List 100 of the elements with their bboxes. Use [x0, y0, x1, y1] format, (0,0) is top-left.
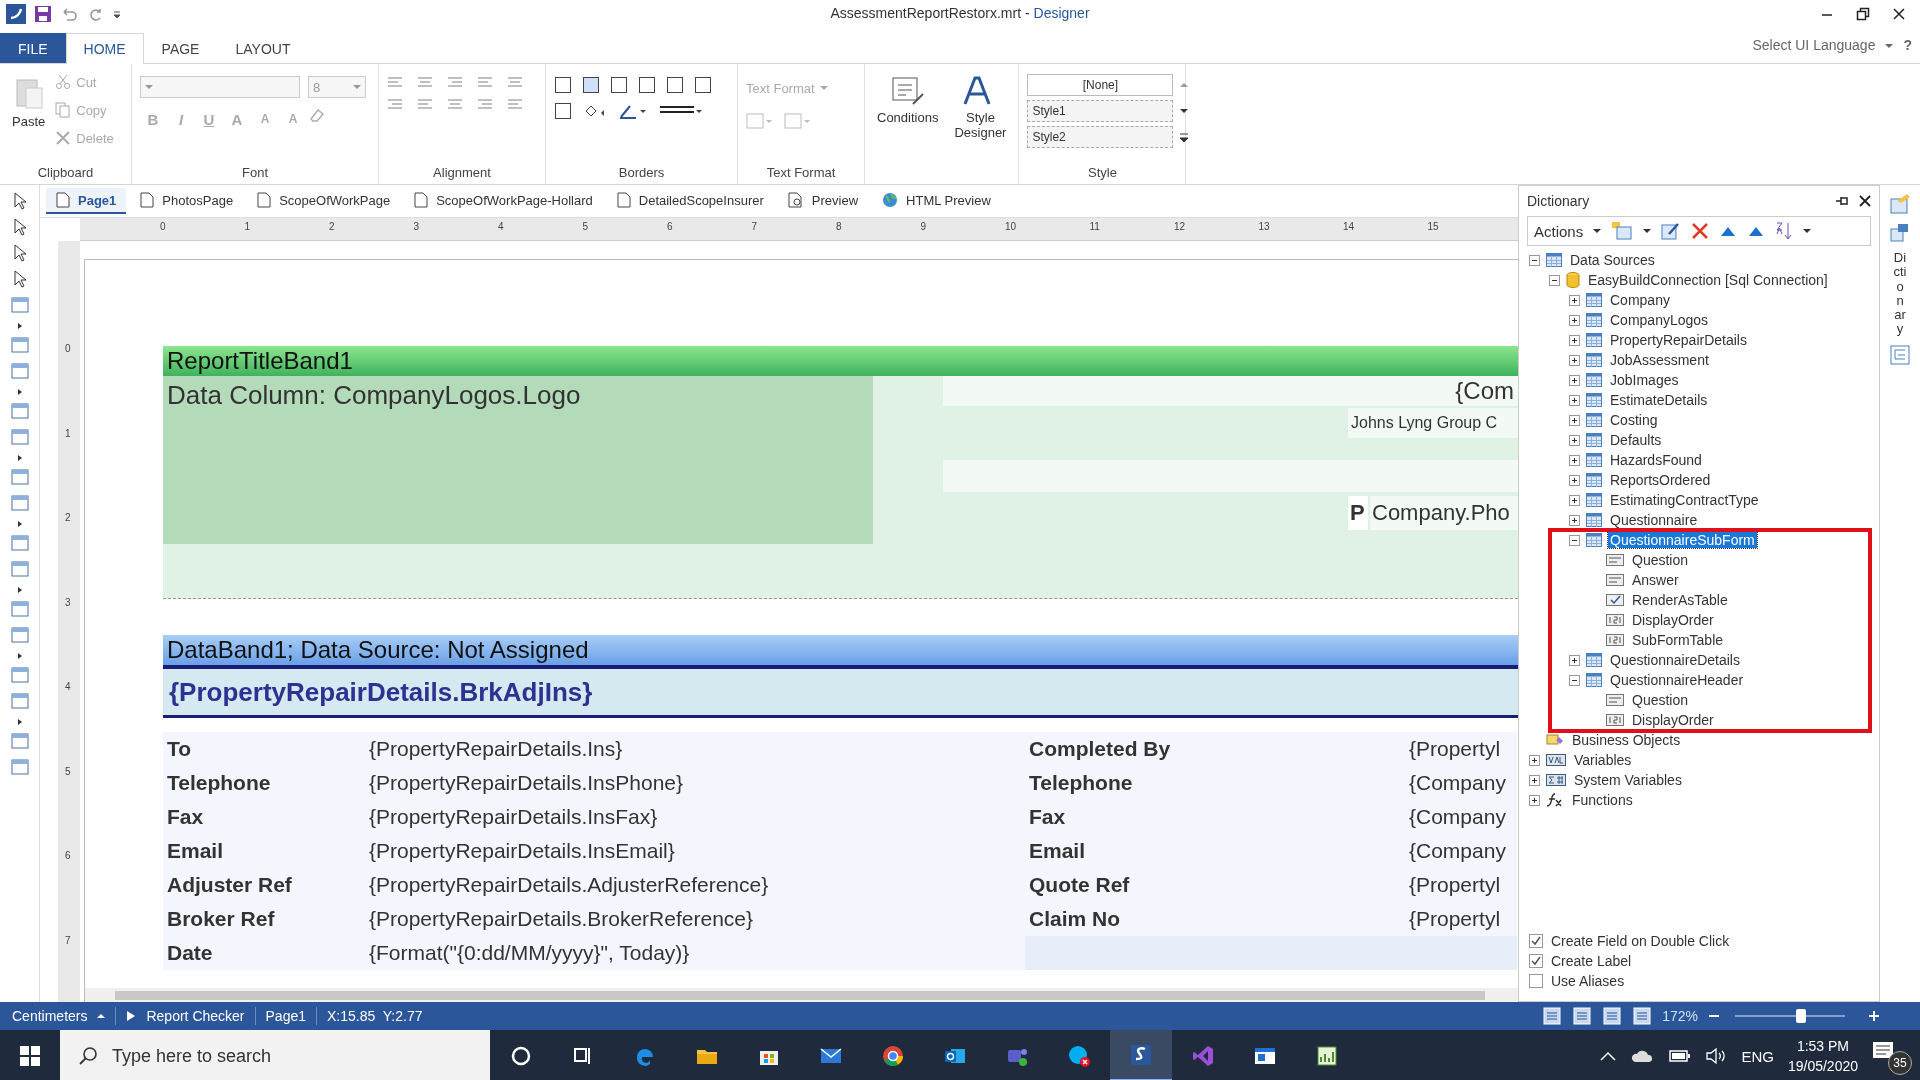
tree-item[interactable]: QuestionnaireDetails: [1608, 652, 1742, 668]
whole-page-icon[interactable]: [1602, 1007, 1623, 1025]
chevron-up-icon[interactable]: [1599, 1050, 1618, 1062]
report-page-tab[interactable]: DetailedScopeInsurer: [606, 188, 774, 214]
skype-icon[interactable]: [1067, 1044, 1091, 1068]
collapse-icon[interactable]: [1569, 674, 1580, 686]
battery-icon[interactable]: [1669, 1049, 1692, 1063]
tree-item[interactable]: PropertyRepairDetails: [1608, 332, 1749, 348]
chrome-icon[interactable]: [881, 1044, 905, 1068]
tree-item[interactable]: EasyBuildConnection [Sql Connection]: [1586, 272, 1830, 288]
taskbar-search-field[interactable]: Type here to search: [60, 1030, 490, 1080]
tree-item[interactable]: Functions: [1570, 792, 1635, 808]
tree-item[interactable]: CompanyLogos: [1608, 312, 1711, 328]
tree-item[interactable]: DisplayOrder: [1630, 612, 1716, 628]
style-designer-button[interactable]: Style Designer: [950, 70, 1011, 162]
speaker-icon[interactable]: [1705, 1047, 1728, 1065]
tree-item[interactable]: Business Objects: [1570, 732, 1683, 748]
report-page-tab[interactable]: ScopeOfWorkPage-Hollard: [404, 188, 603, 214]
expand-icon[interactable]: [1569, 374, 1580, 386]
tree-item[interactable]: SubFormTable: [1630, 632, 1726, 648]
expand-icon[interactable]: [1569, 494, 1580, 506]
chart-app-icon[interactable]: [1315, 1044, 1339, 1068]
restore-icon[interactable]: [1856, 6, 1870, 21]
circle-icon[interactable]: [509, 1044, 533, 1068]
tree-item[interactable]: Defaults: [1608, 432, 1664, 448]
ui-language-dropdown[interactable]: Select UI Language: [1752, 37, 1876, 53]
expand-icon[interactable]: [1569, 294, 1580, 306]
border-icon[interactable]: [666, 76, 684, 94]
expand-icon[interactable]: [1569, 394, 1580, 406]
text-component[interactable]: Company.Pho: [1370, 496, 1518, 530]
tree-item[interactable]: EstimateDetails: [1608, 392, 1710, 408]
clock-date[interactable]: 19/05/2020: [1787, 1056, 1858, 1076]
tree-item[interactable]: Question: [1630, 552, 1691, 568]
tree-item[interactable]: JobAssessment: [1608, 352, 1711, 368]
text-component[interactable]: P: [1348, 496, 1368, 530]
tree-item[interactable]: RenderAsTable: [1630, 592, 1730, 608]
checkbox[interactable]: [1529, 954, 1543, 968]
tree-item[interactable]: Questionnaire: [1608, 512, 1700, 528]
caret-icon[interactable]: [97, 1012, 106, 1020]
sort-icon[interactable]: [1775, 221, 1794, 241]
expand-icon[interactable]: [1569, 514, 1580, 526]
style-item[interactable]: [None]: [1027, 74, 1174, 96]
tree-item[interactable]: QuestionnaireSubForm: [1608, 532, 1757, 548]
units-dropdown[interactable]: Centimeters: [12, 1008, 88, 1024]
notifications-icon[interactable]: [1872, 1041, 1894, 1061]
expand-icon[interactable]: [1569, 434, 1580, 446]
conditions-button[interactable]: Conditions: [873, 70, 943, 162]
tree-item[interactable]: Question: [1630, 692, 1691, 708]
expand-icon[interactable]: [1569, 454, 1580, 466]
report-title-band[interactable]: ReportTitleBand1: [163, 346, 1518, 376]
style-item[interactable]: Style2: [1027, 126, 1174, 148]
tree-item[interactable]: ReportsOrdered: [1608, 472, 1713, 488]
border-icon[interactable]: [694, 76, 712, 94]
tree-item[interactable]: QuestionnaireHeader: [1608, 672, 1746, 688]
actions-menu[interactable]: Actions: [1534, 222, 1584, 240]
start-icon[interactable]: [20, 1046, 40, 1066]
tree-item[interactable]: Costing: [1608, 412, 1660, 428]
edit-icon[interactable]: [1661, 221, 1682, 241]
ribbon-tab[interactable]: HOME: [65, 33, 144, 64]
caret-icon[interactable]: [1643, 227, 1652, 235]
tree-item[interactable]: JobImages: [1608, 372, 1681, 388]
delete-icon[interactable]: [1691, 222, 1710, 240]
fit-height-icon[interactable]: [1572, 1007, 1593, 1025]
tree-item[interactable]: Data Sources: [1568, 252, 1657, 268]
expand-icon[interactable]: [1529, 774, 1540, 786]
play-icon[interactable]: [126, 1010, 137, 1022]
report-page-tab[interactable]: ScopeOfWorkPage: [247, 188, 401, 214]
collapse-icon[interactable]: [1529, 254, 1540, 266]
report-checker-button[interactable]: Report Checker: [146, 1008, 245, 1024]
image-component[interactable]: Data Column: CompanyLogos.Logo: [163, 376, 873, 544]
help-button[interactable]: ?: [1903, 37, 1912, 53]
text-component[interactable]: Johns Lyng Group C: [1348, 408, 1518, 438]
close-icon[interactable]: [1859, 195, 1871, 207]
preview-tab[interactable]: Preview: [777, 188, 869, 214]
ribbon-tab[interactable]: PAGE: [143, 33, 218, 63]
expand-icon[interactable]: [1529, 794, 1540, 806]
ribbon-tab[interactable]: LAYOUT: [217, 33, 309, 63]
checkbox[interactable]: [1529, 934, 1543, 948]
border-icon[interactable]: [638, 76, 656, 94]
properties-icon[interactable]: [1890, 223, 1910, 243]
caret-icon[interactable]: [1803, 227, 1812, 235]
expand-icon[interactable]: [1569, 474, 1580, 486]
save-icon[interactable]: [34, 4, 52, 23]
border-icon[interactable]: [610, 76, 628, 94]
expand-icon[interactable]: [1569, 334, 1580, 346]
tree-item[interactable]: Company: [1608, 292, 1672, 308]
fit-width-icon[interactable]: [1542, 1007, 1563, 1025]
border-icon[interactable]: [554, 76, 572, 94]
visual-studio-icon[interactable]: [1191, 1044, 1215, 1068]
input-language[interactable]: ENG: [1741, 1047, 1774, 1065]
border-icon[interactable]: [554, 102, 572, 120]
app-icon[interactable]: [6, 3, 26, 24]
expand-icon[interactable]: [1569, 414, 1580, 426]
tree-item[interactable]: System Variables: [1572, 772, 1684, 788]
zoom-in-icon[interactable]: [1868, 1010, 1880, 1022]
report-page-tab[interactable]: PhotosPage: [130, 188, 244, 214]
caret-icon[interactable]: [1593, 227, 1602, 235]
designer-app-icon[interactable]: [1129, 1042, 1153, 1067]
tree-item[interactable]: EstimatingContractType: [1608, 492, 1761, 508]
tree-item[interactable]: Answer: [1630, 572, 1681, 588]
